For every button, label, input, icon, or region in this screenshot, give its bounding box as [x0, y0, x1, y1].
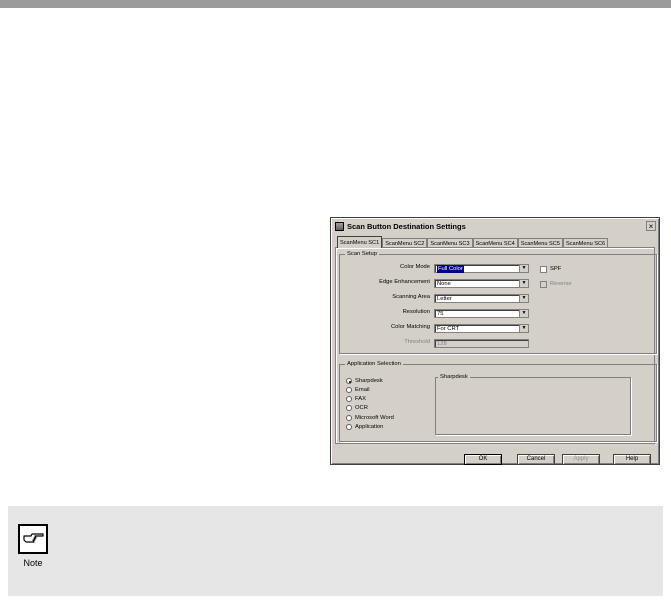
radio-button[interactable]	[346, 378, 352, 384]
reverse-label: Reverse	[550, 281, 572, 287]
app-icon	[335, 222, 344, 231]
radio-fax[interactable]: FAX	[346, 395, 366, 403]
threshold-label: Threshold	[404, 339, 430, 345]
color-matching-label: Color Matching	[391, 324, 430, 330]
resolution-label: Resolution	[402, 309, 430, 315]
radio-ocr[interactable]: OCR	[346, 404, 368, 412]
resolution-select[interactable]: 75 ▼	[434, 309, 529, 318]
radio-sharpdesk[interactable]: Sharpdesk	[346, 377, 383, 385]
spf-checkbox[interactable]	[540, 266, 547, 273]
note-box: Note	[8, 506, 663, 596]
scanning-area-value: Letter	[437, 296, 452, 302]
radio-email[interactable]: Email	[346, 386, 370, 394]
application-selection-group: Application Selection Sharpdesk Email FA…	[339, 360, 657, 442]
radio-button[interactable]	[346, 405, 352, 411]
radio-button[interactable]	[346, 415, 352, 421]
pointing-hand-icon	[18, 524, 48, 554]
radio-label: Sharpdesk	[355, 378, 383, 384]
ok-button[interactable]: OK	[464, 454, 502, 465]
radio-button[interactable]	[346, 396, 352, 402]
chevron-down-icon[interactable]: ▼	[519, 325, 528, 332]
edge-enhancement-label: Edge Enhancement	[379, 279, 430, 285]
color-mode-label: Color Mode	[400, 264, 430, 270]
help-button[interactable]: Help	[613, 454, 651, 465]
scan-setup-group: Scan Setup Color Mode Full Color ▼ Edge …	[339, 250, 657, 354]
pointing-hand-glyph	[23, 533, 44, 543]
radio-button[interactable]	[346, 424, 352, 430]
color-mode-select[interactable]: Full Color ▼	[434, 264, 529, 273]
chevron-down-icon[interactable]: ▼	[519, 295, 528, 302]
radio-label: Email	[355, 387, 370, 393]
color-matching-value: For CRT	[437, 326, 460, 332]
radio-microsoft-word[interactable]: Microsoft Word	[346, 414, 394, 422]
reverse-checkbox	[540, 281, 547, 288]
tab-scanmenu-sc1[interactable]: ScanMenu SC1	[337, 236, 383, 248]
radio-application[interactable]: Application	[346, 423, 383, 431]
threshold-field: 128	[434, 339, 529, 348]
scanning-area-select[interactable]: Letter ▼	[434, 294, 529, 303]
resolution-value: 75	[437, 311, 444, 317]
application-selection-title: Application Selection	[345, 360, 403, 368]
edge-enhancement-value: None	[437, 281, 451, 287]
radio-label: Microsoft Word	[355, 415, 394, 421]
scan-button-destination-dialog: Scan Button Destination Settings × ScanM…	[330, 217, 660, 465]
title-bar[interactable]: Scan Button Destination Settings ×	[333, 220, 657, 233]
chevron-down-icon[interactable]: ▼	[519, 310, 528, 317]
scanning-area-label: Scanning Area	[392, 294, 430, 300]
chevron-down-icon[interactable]: ▼	[519, 280, 528, 287]
color-matching-select[interactable]: For CRT ▼	[434, 324, 529, 333]
apply-button: Apply	[562, 454, 600, 465]
window-title: Scan Button Destination Settings	[347, 222, 466, 231]
radio-label: OCR	[355, 405, 368, 411]
cancel-button[interactable]: Cancel	[517, 454, 555, 465]
edge-enhancement-select[interactable]: None ▼	[434, 279, 529, 288]
threshold-value: 128	[437, 341, 447, 347]
close-button[interactable]: ×	[646, 221, 656, 231]
radio-label: FAX	[355, 396, 366, 402]
spf-label: SPF	[550, 266, 562, 272]
radio-button[interactable]	[346, 387, 352, 393]
note-label: Note	[23, 558, 43, 568]
sharpdesk-detail-group: Sharpdesk	[435, 373, 631, 435]
top-rule	[0, 0, 671, 8]
sharpdesk-detail-title: Sharpdesk	[438, 373, 470, 381]
radio-label: Application	[355, 424, 384, 430]
color-mode-value: Full Color	[437, 265, 464, 273]
chevron-down-icon[interactable]: ▼	[519, 265, 528, 272]
scan-setup-title: Scan Setup	[345, 250, 379, 258]
